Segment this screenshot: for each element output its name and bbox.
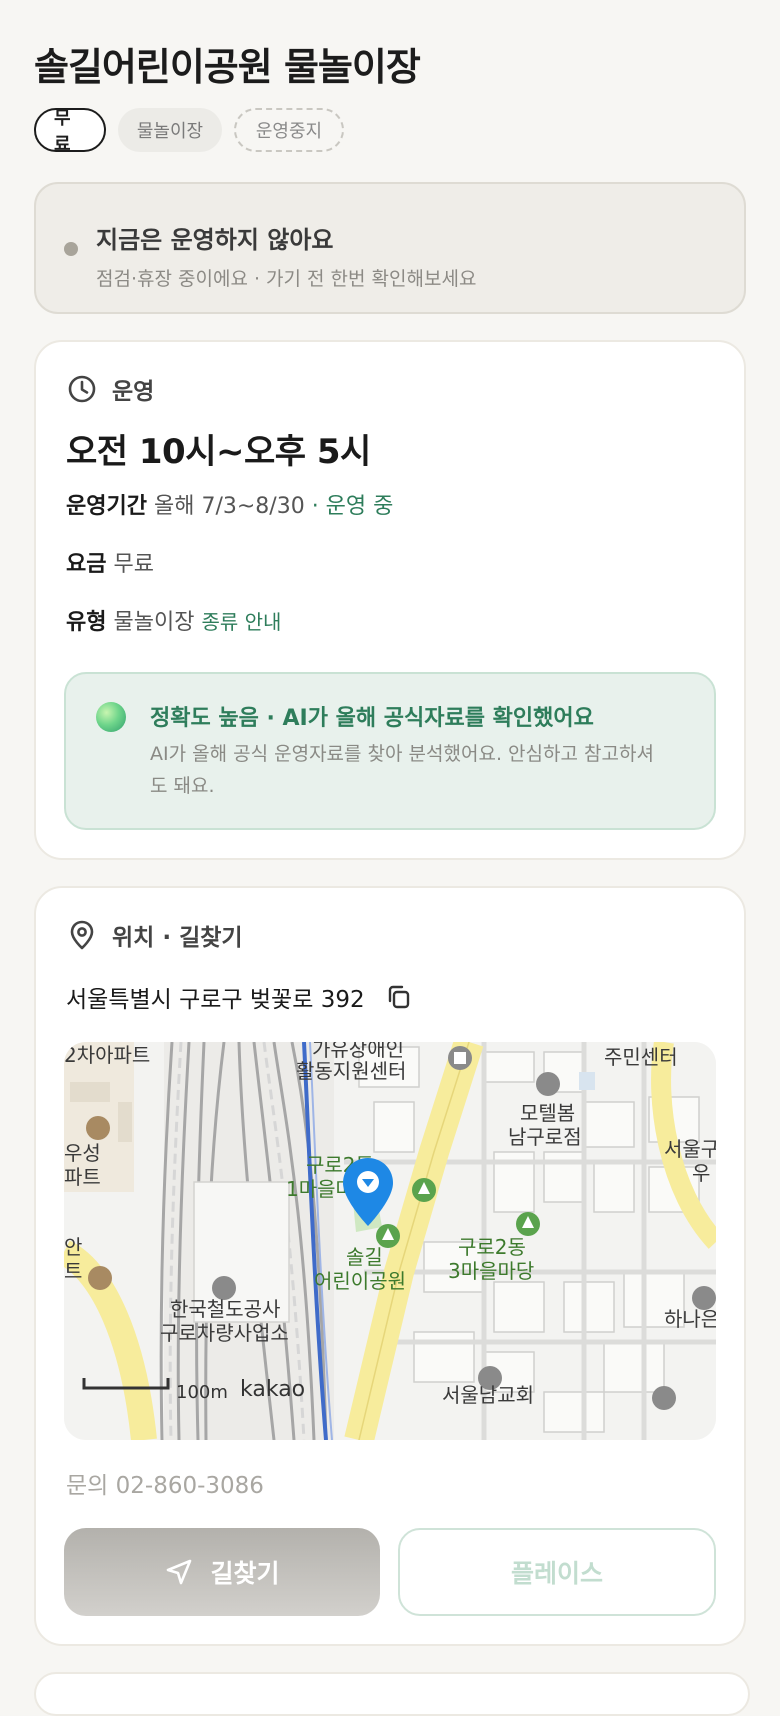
fee-label: 요금 <box>66 552 107 577</box>
map-label-woosung-1: 우성 <box>64 1141 101 1165</box>
navigation-arrow-icon <box>167 1559 192 1585</box>
location-pin-icon <box>70 920 94 950</box>
operating-hours: 오전 10시~오후 5시 <box>66 432 371 472</box>
chip-row: 무료 물놀이장 운영중지 <box>34 108 344 155</box>
location-section-header: 위치 · 길찾기 <box>66 918 243 952</box>
map-label-korail-1: 한국철도공사 <box>170 1297 280 1321</box>
map-label-park-2: 어린이공원 <box>314 1269 406 1293</box>
location-card: 위치 · 길찾기 서울특별시 구로구 벚꽃로 392 2차아파트 가유장애인 활… <box>34 886 746 1646</box>
map-label-motel-1: 모텔봄 <box>520 1101 575 1125</box>
map-label-park-1: 솔길 <box>346 1245 383 1269</box>
operation-section-label: 운영 <box>112 379 155 405</box>
operation-card: 운영 오전 10시~오후 5시 운영기간 올해 7/3~8/30 · 운영 중 … <box>34 340 746 860</box>
status-chip[interactable]: 운영중지 <box>234 108 344 152</box>
map-label-center-2: 활동지원센터 <box>296 1059 406 1083</box>
map-scale-label: 100m <box>176 1382 228 1403</box>
status-dot-icon <box>64 242 78 256</box>
type-row: 유형 물놀이장 종류 안내 <box>66 604 281 636</box>
map-view[interactable]: 2차아파트 가유장애인 활동지원센터 주민센터 모텔봄 남구로점 서울구 우 우… <box>64 1042 716 1440</box>
address-row: 서울특별시 구로구 벚꽃로 392 <box>66 980 413 1014</box>
map-label-guro-2a: 구로2동 <box>458 1235 526 1259</box>
page-title: 솔길어린이공원 물놀이장 <box>34 45 421 89</box>
route-button[interactable]: 길찾기 <box>64 1528 380 1616</box>
phone-contact[interactable]: 문의 02-860-3086 <box>66 1466 264 1500</box>
type-value: 물놀이장 <box>113 610 195 635</box>
ai-accuracy-body: AI가 올해 공식 운영자료를 찾아 분석했어요. 안심하고 참고하셔도 돼요. <box>150 743 654 797</box>
map-label-korail-2: 구로차량사업소 <box>160 1321 289 1345</box>
period-row: 운영기간 올해 7/3~8/30 · 운영 중 <box>66 488 393 520</box>
map-label-guro-2b: 3마을마당 <box>448 1259 534 1283</box>
fee-row: 요금 무료 <box>66 546 154 578</box>
map-label-motel-2: 남구로점 <box>508 1125 582 1149</box>
page: 솔길어린이공원 물놀이장 무료 물놀이장 운영중지 지금은 운영하지 않아요 점… <box>0 0 780 1716</box>
map-label-woosung-2: 파트 <box>64 1165 101 1189</box>
status-title: 지금은 운영하지 않아요 <box>96 226 334 254</box>
copy-icon[interactable] <box>385 983 413 1011</box>
operation-section-header: 운영 <box>66 372 154 406</box>
type-info-link[interactable]: 종류 안내 <box>201 610 281 634</box>
map-label-seoul-1: 서울구 <box>664 1137 716 1161</box>
address-text: 서울특별시 구로구 벚꽃로 392 <box>66 987 365 1013</box>
place-button[interactable]: 플레이스 <box>398 1528 716 1616</box>
period-label: 운영기간 <box>66 494 147 519</box>
map-label-church: 서울남교회 <box>442 1383 534 1407</box>
closed-status-banner: 지금은 운영하지 않아요 점검·휴장 중이에요 · 가기 전 한번 확인해보세요 <box>34 182 746 314</box>
next-card-edge <box>34 1672 750 1716</box>
map-label-an-2: 트 <box>64 1259 82 1283</box>
map-label-an-1: 안 <box>64 1235 82 1259</box>
type-chip[interactable]: 물놀이장 <box>118 108 222 152</box>
fee-value: 무료 <box>113 552 154 577</box>
clock-icon <box>68 375 96 403</box>
map-label-seoul-2: 우 <box>692 1161 710 1185</box>
period-status: · 운영 중 <box>311 494 394 519</box>
fee-chip[interactable]: 무료 <box>34 108 106 155</box>
ai-accuracy-box: 정확도 높음 · AI가 올해 공식자료를 확인했어요 AI가 올해 공식 운영… <box>64 672 716 830</box>
map-brand-logo: kakao <box>240 1377 305 1402</box>
location-section-label: 위치 · 길찾기 <box>112 925 243 951</box>
map-label-apt: 2차아파트 <box>64 1043 150 1067</box>
ai-accuracy-title: 정확도 높음 · AI가 올해 공식자료를 확인했어요 <box>150 706 594 731</box>
period-value: 올해 7/3~8/30 <box>153 494 305 519</box>
map-label-hana: 하나은 <box>664 1307 716 1331</box>
type-label: 유형 <box>66 610 107 635</box>
route-button-label: 길찾기 <box>210 1559 280 1588</box>
map-canvas[interactable]: 2차아파트 가유장애인 활동지원센터 주민센터 모텔봄 남구로점 서울구 우 우… <box>64 1042 716 1440</box>
map-label-community: 주민센터 <box>604 1045 678 1069</box>
status-subtitle: 점검·휴장 중이에요 · 가기 전 한번 확인해보세요 <box>96 268 477 290</box>
ai-orb-icon <box>96 702 126 732</box>
